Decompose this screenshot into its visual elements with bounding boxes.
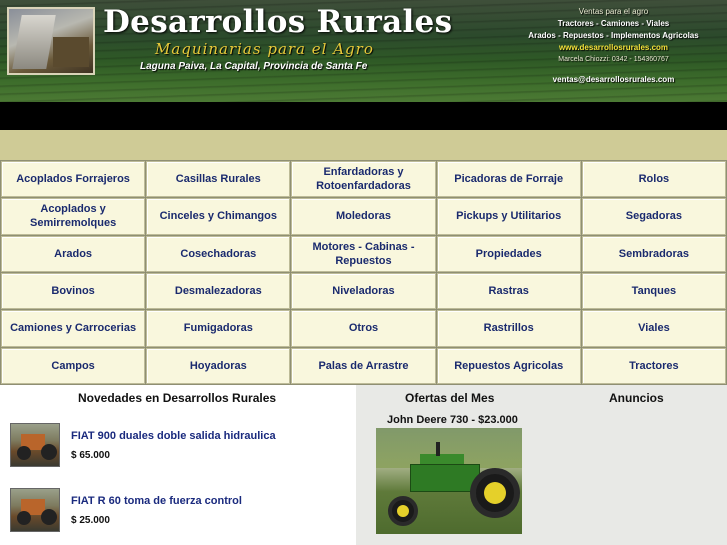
bottom-section: Novedades en Desarrollos Rurales FIAT 90… [0,385,727,545]
category-link[interactable]: Rolos [581,161,726,198]
category-link[interactable]: Rastrillos [436,310,581,347]
category-link[interactable]: Casillas Rurales [146,161,291,198]
photo-shape [388,496,418,526]
contact-sales: Ventas para el agro [578,7,649,16]
contact-person: Marcela Chiozzi: 0342 - 154360767 [558,56,669,63]
news-price: $ 65.000 [71,450,110,461]
offers-heading: Ofertas del Mes [405,391,495,405]
site-location: Laguna Paiva, La Capital, Provincia de S… [140,61,368,72]
category-link[interactable]: Viales [581,310,726,347]
thumb-shape [41,444,57,460]
category-link[interactable]: Bovinos [1,272,146,310]
news-heading: Novedades en Desarrollos Rurales [78,391,277,405]
news-thumbnail[interactable] [10,488,60,532]
news-thumbnail[interactable] [10,423,60,467]
tan-divider-bar [0,130,727,160]
category-link[interactable]: Hoyadoras [146,347,291,384]
offers-column: Ofertas del Mes Anuncios John Deere 730 … [356,385,727,545]
email-link[interactable]: ventas@desarrollosrurales.com [500,74,727,86]
news-title-link[interactable]: FIAT R 60 toma de fuerza control [71,495,242,507]
category-link[interactable]: Rastras [436,272,581,310]
photo-shape [53,37,89,67]
category-link[interactable]: Motores - Cabinas - Repuestos [291,235,436,272]
category-link[interactable]: Acoplados Forrajeros [1,161,146,198]
photo-shape [436,442,440,456]
category-link[interactable]: Arados [1,235,146,272]
site-title[interactable]: Desarrollos Rurales [103,4,452,40]
website-link[interactable]: www.desarrollosrurales.com [500,42,727,54]
offer-title[interactable]: John Deere 730 - $23.000 [387,414,518,426]
category-link[interactable]: Camiones y Carrocerias [1,310,146,347]
contact-line-1: Tractores - Camiones - Viales [557,19,670,28]
category-grid: Acoplados Forrajeros Casillas Rurales En… [0,160,727,385]
category-link[interactable]: Sembradoras [581,235,726,272]
contact-block: Ventas para el agro Tractores - Camiones… [500,6,727,86]
photo-shape [12,15,56,69]
site-tagline: Maquinarias para el Agro [155,40,374,58]
category-link[interactable]: Cinceles y Chimangos [146,198,291,235]
thumb-shape [17,446,31,460]
category-link[interactable]: Cosechadoras [146,235,291,272]
news-item[interactable]: FIAT R 60 toma de fuerza control $ 25.00… [6,488,346,534]
news-column: Novedades en Desarrollos Rurales FIAT 90… [0,385,356,545]
category-link[interactable]: Fumigadoras [146,310,291,347]
category-link[interactable]: Acoplados y Semirremolques [1,198,146,235]
category-link[interactable]: Moledoras [291,198,436,235]
category-link[interactable]: Segadoras [581,198,726,235]
category-link[interactable]: Tanques [581,272,726,310]
category-link[interactable]: Tractores [581,347,726,384]
news-title-link[interactable]: FIAT 900 duales doble salida hidraulica [71,430,276,442]
contact-line-2: Arados - Repuestos - Implementos Agricol… [528,31,699,40]
category-link[interactable]: Campos [1,347,146,384]
category-link[interactable]: Palas de Arrastre [291,347,436,384]
thumb-shape [17,511,31,525]
black-divider-bar [0,102,727,130]
news-item[interactable]: FIAT 900 duales doble salida hidraulica … [6,423,346,469]
site-header: Desarrollos Rurales Maquinarias para el … [0,0,727,102]
category-link[interactable]: Repuestos Agricolas [436,347,581,384]
category-link[interactable]: Pickups y Utilitarios [436,198,581,235]
header-logo-photo[interactable] [7,7,95,75]
category-link[interactable]: Desmalezadoras [146,272,291,310]
offer-photo[interactable] [376,428,522,534]
category-link[interactable]: Propiedades [436,235,581,272]
photo-shape [470,468,520,518]
category-link[interactable]: Otros [291,310,436,347]
thumb-shape [41,509,57,525]
ads-heading: Anuncios [609,391,664,405]
category-link[interactable]: Picadoras de Forraje [436,161,581,198]
category-link[interactable]: Niveladoras [291,272,436,310]
category-link[interactable]: Enfardadoras y Rotoenfardadoras [291,161,436,198]
news-price: $ 25.000 [71,515,110,526]
